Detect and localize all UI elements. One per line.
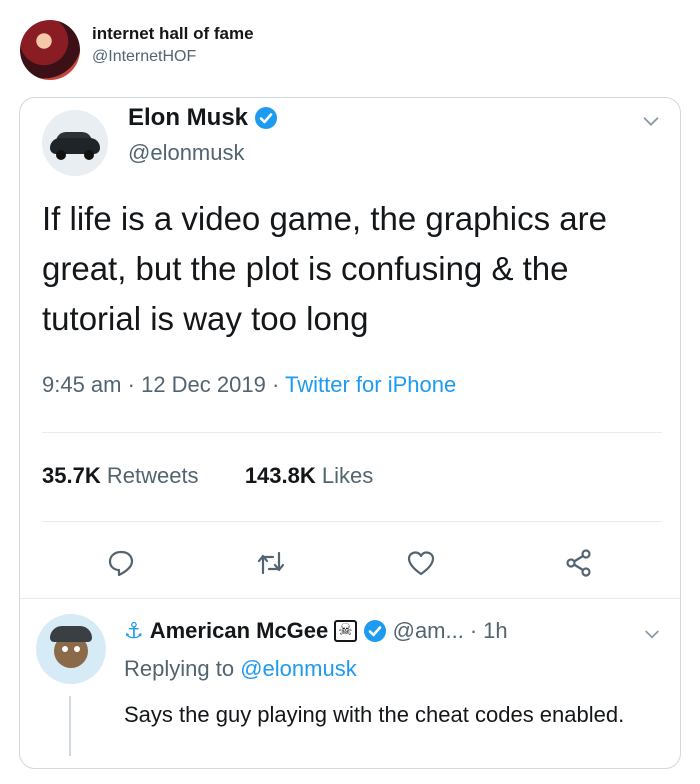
skull-icon: ☠ xyxy=(334,620,357,642)
outer-display-name[interactable]: internet hall of fame xyxy=(92,24,254,44)
divider xyxy=(42,521,662,522)
tweet-text: If life is a video game, the graphics ar… xyxy=(42,200,607,337)
reply-text: Says the guy playing with the cheat code… xyxy=(124,702,625,727)
meta-separator: · xyxy=(127,372,135,397)
tweet-time[interactable]: 9:45 am xyxy=(42,372,122,397)
share-icon[interactable] xyxy=(564,548,594,578)
author-name-row[interactable]: Elon Musk xyxy=(128,104,278,132)
tweet-card: Elon Musk @elonmusk If life is a video g… xyxy=(19,97,681,769)
reply-author-handle[interactable]: @am... xyxy=(393,618,464,644)
verified-badge-icon xyxy=(363,620,386,642)
replying-handle[interactable]: @elonmusk xyxy=(240,656,357,681)
tweet-source[interactable]: Twitter for iPhone xyxy=(285,372,456,397)
outer-handle[interactable]: @InternetHOF xyxy=(92,48,196,66)
replying-prefix: Replying to xyxy=(124,656,235,681)
likes-count: 143.8K xyxy=(244,463,316,488)
divider xyxy=(20,598,680,599)
author-avatar[interactable] xyxy=(42,110,108,176)
like-icon[interactable] xyxy=(406,548,436,578)
author-handle[interactable]: @elonmusk xyxy=(128,140,245,166)
tweet-date[interactable]: 12 Dec 2019 xyxy=(141,372,266,397)
thread-line xyxy=(69,696,71,756)
likes-stat[interactable]: 143.8K Likes xyxy=(245,463,373,488)
tweet-stats: 35.7K Retweets 143.8K Likes xyxy=(42,463,373,489)
verified-badge-icon xyxy=(255,107,278,129)
likes-label: Likes xyxy=(321,463,374,488)
tweet-actions xyxy=(20,548,680,588)
reply-time[interactable]: 1h xyxy=(483,618,507,644)
reply-header: ⚓ American McGee ☠ @am... · 1h xyxy=(124,618,508,644)
outer-header: internet hall of fame @InternetHOF xyxy=(20,16,680,80)
reply-author-avatar[interactable] xyxy=(36,614,106,684)
anchor-icon: ⚓ xyxy=(124,618,144,643)
tweet-meta: 9:45 am · 12 Dec 2019 · Twitter for iPho… xyxy=(42,372,456,398)
chevron-down-icon[interactable] xyxy=(640,110,662,132)
author-name[interactable]: Elon Musk xyxy=(128,104,248,132)
reply-author-name[interactable]: American McGee xyxy=(150,618,329,644)
profile-avatar[interactable] xyxy=(20,20,80,80)
retweets-label: Retweets xyxy=(106,463,199,488)
replying-to: Replying to @elonmusk xyxy=(124,656,357,682)
meta-separator: · xyxy=(271,372,280,397)
retweets-stat[interactable]: 35.7K Retweets xyxy=(42,463,199,488)
retweets-count: 35.7K xyxy=(42,463,101,488)
divider xyxy=(42,432,662,433)
reply-icon[interactable] xyxy=(106,548,136,578)
chevron-down-icon[interactable] xyxy=(642,624,662,644)
retweet-icon[interactable] xyxy=(256,548,286,578)
reply-separator: · xyxy=(469,618,478,643)
